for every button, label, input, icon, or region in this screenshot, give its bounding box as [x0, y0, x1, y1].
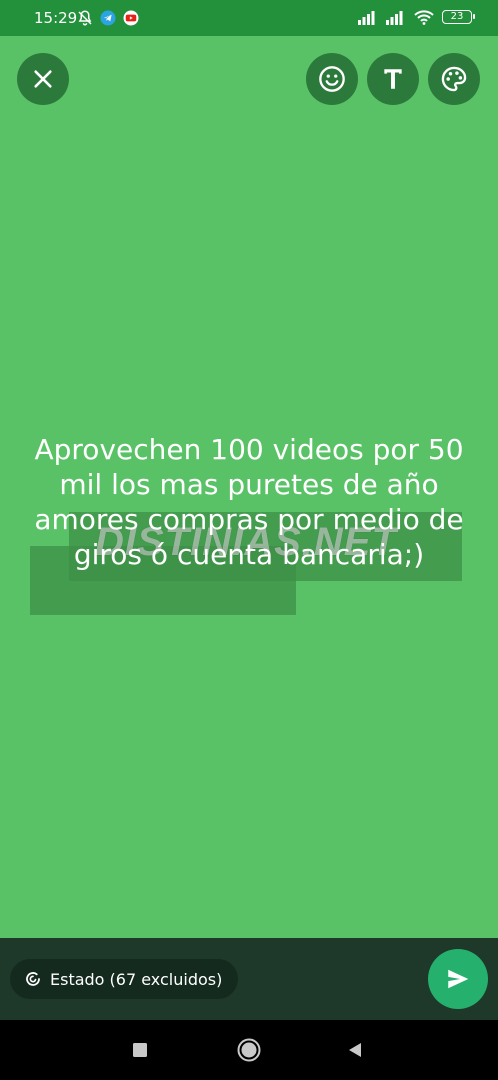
status-indicators: 23: [358, 9, 475, 25]
home-button[interactable]: [219, 1020, 279, 1080]
home-icon: [237, 1038, 261, 1062]
color-palette-button[interactable]: [428, 53, 480, 105]
signal-icon-2: [386, 11, 403, 25]
status-time: 15:29: [34, 9, 78, 27]
palette-icon: [441, 66, 467, 92]
close-button[interactable]: [17, 53, 69, 105]
send-icon: [448, 969, 469, 989]
status-bar: 15:29 23: [0, 0, 498, 36]
status-text[interactable]: Aprovechen 100 videos por 50 mil los mas…: [34, 432, 464, 572]
emoji-button[interactable]: [306, 53, 358, 105]
system-navigation-bar: [0, 1020, 498, 1080]
signal-icon: [358, 11, 375, 25]
send-button[interactable]: [428, 949, 488, 1009]
recents-icon: [133, 1043, 147, 1057]
battery-indicator: 23: [442, 10, 475, 24]
status-ring-icon: [26, 972, 40, 986]
recents-button[interactable]: [110, 1020, 170, 1080]
audience-label: Estado (67 excluidos): [50, 969, 223, 989]
back-icon: [349, 1043, 361, 1057]
text-icon: [384, 69, 402, 89]
back-button[interactable]: [325, 1020, 385, 1080]
audience-selector[interactable]: Estado (67 excluidos): [10, 959, 239, 999]
bell-off-icon: [78, 10, 92, 26]
text-style-button[interactable]: [367, 53, 419, 105]
bottom-bar: Estado (67 excluidos): [0, 938, 498, 1020]
youtube-icon: [123, 10, 139, 26]
emoji-icon: [319, 66, 345, 92]
close-icon: [34, 70, 52, 88]
wifi-icon: [414, 10, 434, 25]
telegram-icon: [100, 10, 116, 26]
